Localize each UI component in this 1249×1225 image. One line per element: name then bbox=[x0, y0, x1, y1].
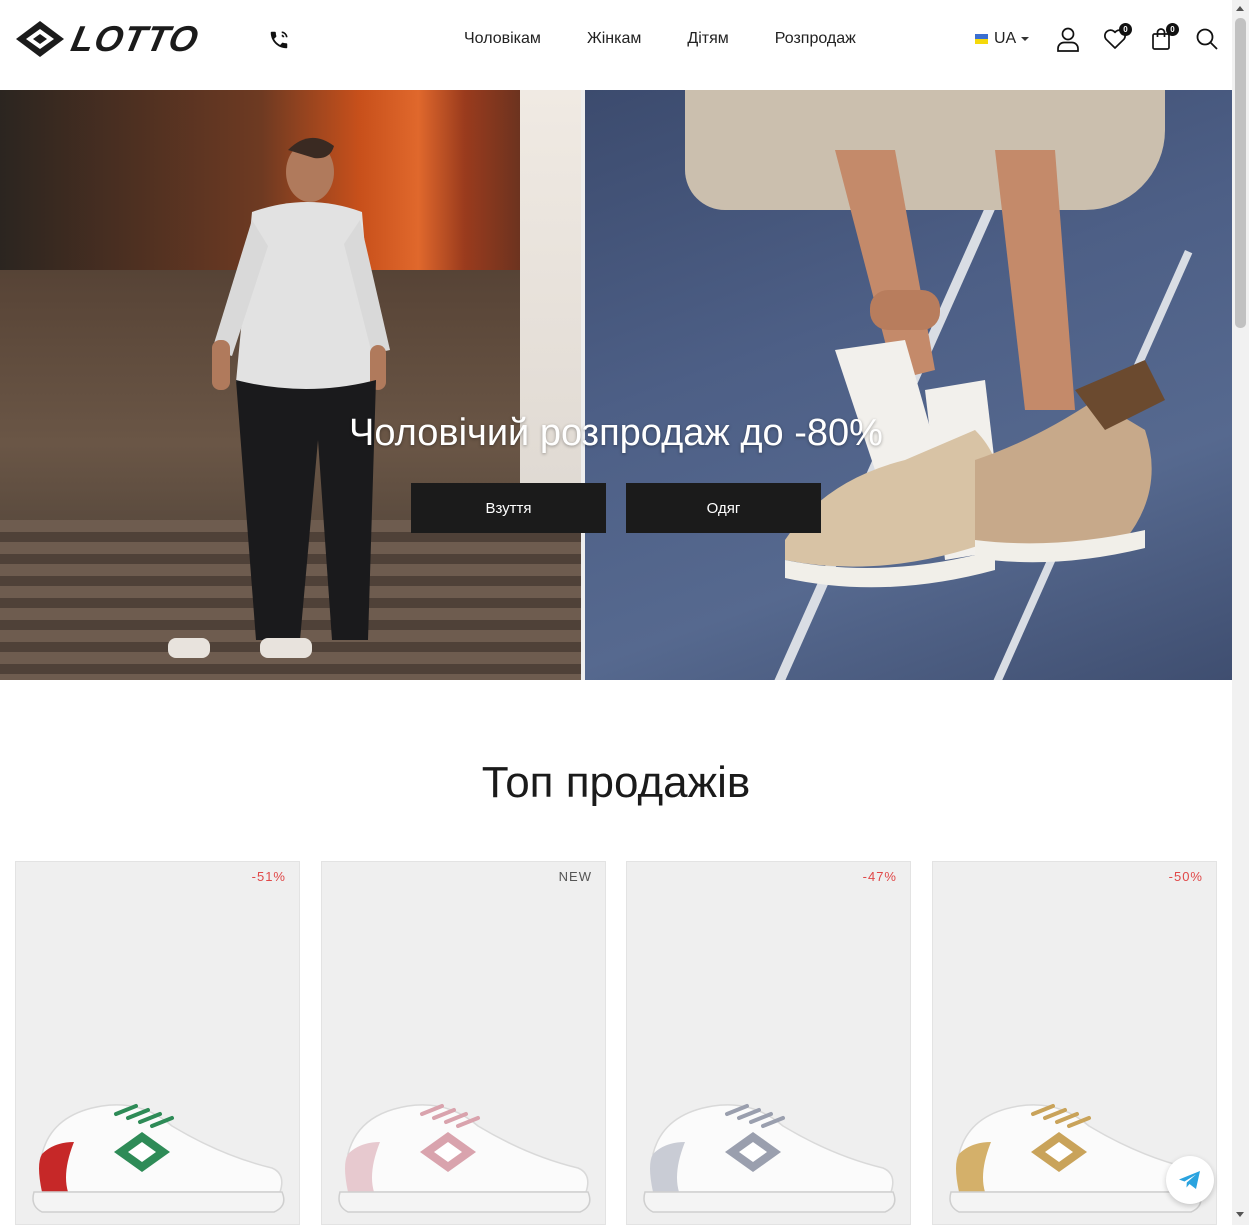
scroll-up-arrow-icon[interactable] bbox=[1236, 6, 1244, 11]
hero-image-left bbox=[0, 90, 581, 680]
cart-button[interactable]: 0 bbox=[1149, 23, 1179, 52]
nav-item-men[interactable]: Чоловікам bbox=[464, 30, 541, 48]
nav-item-women[interactable]: Жінкам bbox=[587, 30, 641, 48]
product-grid: -51% NEW -47% -50% bbox=[15, 861, 1217, 1225]
hero-button-shoes[interactable]: Взуття bbox=[411, 483, 606, 533]
language-selector[interactable]: UA bbox=[975, 30, 1030, 48]
hero-sneakers-figure bbox=[785, 150, 1165, 588]
shoe-sole bbox=[338, 1191, 591, 1213]
ukraine-flag-icon bbox=[975, 34, 988, 44]
product-card[interactable]: -51% bbox=[15, 861, 300, 1225]
user-icon[interactable] bbox=[1055, 26, 1081, 52]
language-label: UA bbox=[994, 30, 1017, 47]
phone-icon[interactable] bbox=[268, 29, 290, 51]
hero-title: Чоловічий розпродаж до -80% bbox=[349, 412, 883, 454]
cart-count-badge: 0 bbox=[1166, 23, 1179, 36]
product-image bbox=[949, 1104, 1202, 1213]
chevron-down-icon bbox=[1021, 37, 1030, 41]
product-card[interactable]: -47% bbox=[626, 861, 911, 1225]
product-card[interactable]: NEW bbox=[321, 861, 606, 1225]
shoe-sole bbox=[949, 1191, 1202, 1213]
telegram-icon bbox=[1179, 1171, 1200, 1189]
shoe-sole bbox=[32, 1191, 285, 1213]
product-image bbox=[32, 1104, 285, 1213]
nav-item-kids[interactable]: Дітям bbox=[687, 30, 728, 48]
wishlist-button[interactable]: 0 bbox=[1102, 23, 1132, 52]
hero-model-figure bbox=[168, 137, 390, 658]
page: LOTTO Чоловікам Жінкам Дітям Розпродаж U… bbox=[0, 0, 1232, 1225]
product-tag: -51% bbox=[251, 869, 286, 884]
product-tag: NEW bbox=[558, 869, 592, 884]
scroll-down-arrow-icon[interactable] bbox=[1236, 1212, 1244, 1217]
brand-wordmark: LOTTO bbox=[67, 18, 203, 59]
telegram-chat-button[interactable] bbox=[1166, 1156, 1214, 1204]
product-image bbox=[338, 1104, 591, 1213]
brand-logo[interactable]: LOTTO bbox=[14, 18, 232, 60]
scrollbar-thumb[interactable] bbox=[1235, 18, 1246, 328]
nav-item-sale[interactable]: Розпродаж bbox=[775, 30, 856, 48]
product-tag: -47% bbox=[862, 869, 897, 884]
main-nav: Чоловікам Жінкам Дітям Розпродаж bbox=[464, 30, 856, 48]
page-scrollbar[interactable] bbox=[1232, 0, 1249, 1225]
product-tag: -50% bbox=[1168, 869, 1203, 884]
wishlist-count-badge: 0 bbox=[1119, 23, 1132, 36]
shoe-sole bbox=[643, 1191, 896, 1213]
section-title-top-sales: Топ продажів bbox=[481, 758, 751, 807]
search-icon[interactable] bbox=[1194, 26, 1220, 52]
hero-banner: Чоловічий розпродаж до -80% Взуття Одяг bbox=[0, 90, 1232, 680]
hero-buttons: Взуття Одяг bbox=[411, 483, 821, 533]
site-header: LOTTO Чоловікам Жінкам Дітям Розпродаж U… bbox=[0, 0, 1232, 90]
product-image bbox=[643, 1104, 896, 1213]
lotto-diamond-icon bbox=[16, 21, 64, 57]
hero-button-clothing[interactable]: Одяг bbox=[626, 483, 821, 533]
hero-image-right bbox=[585, 90, 1232, 680]
